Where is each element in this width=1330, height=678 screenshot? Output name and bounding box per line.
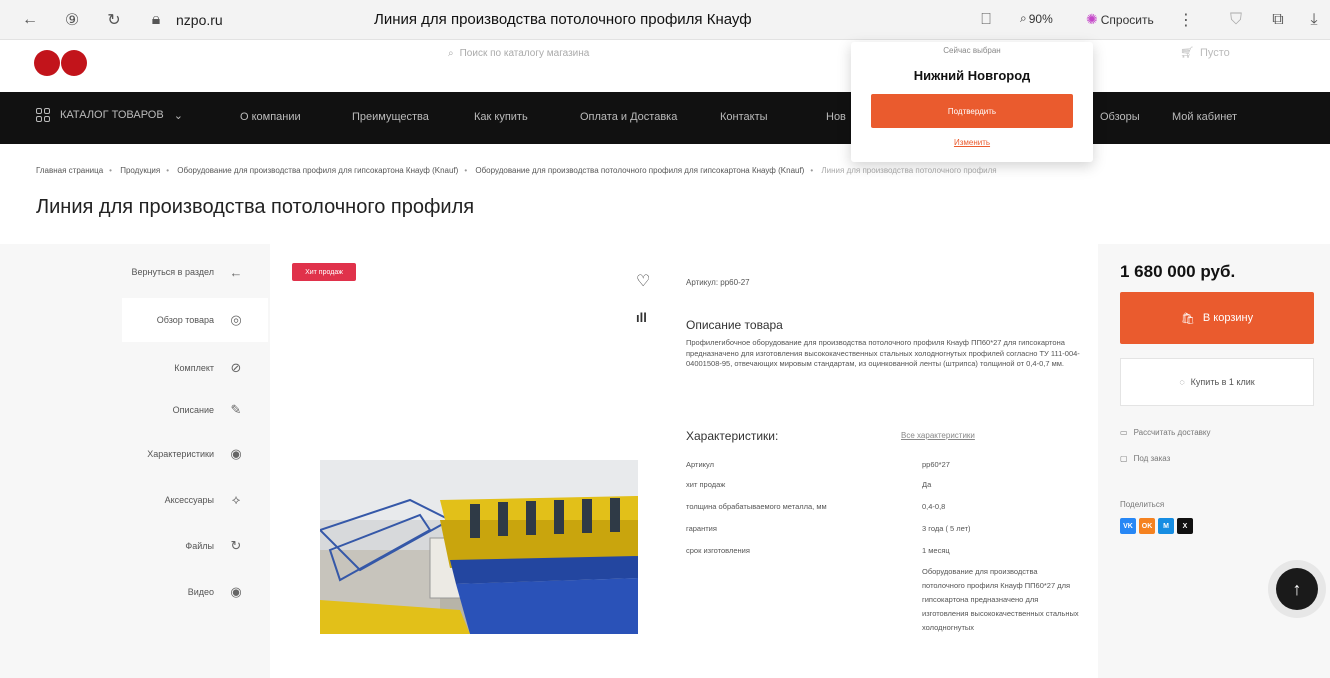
- nav-news[interactable]: Нов: [826, 111, 846, 123]
- page-tab-title: Линия для производства потолочного профи…: [374, 11, 752, 28]
- site-header: ⌕ Поиск по каталогу магазина 🛒︎ Пусто: [0, 40, 1330, 92]
- buy-panel: 1 680 000 руб. 🛍︎ В корзину ◌ Купить в 1…: [1098, 244, 1330, 678]
- buy-one-click-button[interactable]: ◌ Купить в 1 клик: [1120, 358, 1314, 406]
- nav-contacts[interactable]: Контакты: [720, 111, 768, 123]
- city-now-label: Сейчас выбран: [943, 46, 1001, 55]
- box-icon: ▢: [1120, 454, 1128, 463]
- side-overview[interactable]: Обзор товара ◎: [157, 312, 244, 328]
- browser-toolbar: ← ⑨ ↻ 🔒︎ nzpo.ru Линия для производства …: [0, 0, 1330, 40]
- side-nav: Вернуться в раздел ← Обзор товара ◎ Компле…: [0, 244, 268, 678]
- grid-icon: [36, 108, 50, 122]
- nav-about[interactable]: О компании: [240, 111, 301, 123]
- site-logo[interactable]: [34, 50, 90, 76]
- article-number: Артикул: pp60-27: [686, 278, 750, 287]
- scroll-to-top-button[interactable]: ↑: [1276, 568, 1318, 610]
- truck-icon: ▭: [1120, 428, 1128, 437]
- ask-alice-button[interactable]: ✺ Спросить: [1086, 11, 1154, 28]
- back-icon[interactable]: ←: [20, 10, 40, 30]
- ok-icon[interactable]: OK: [1139, 518, 1155, 534]
- nav-catalog[interactable]: КАТАЛОГ ТОВАРОВ ⌄: [36, 108, 183, 122]
- bookmark-icon[interactable]: ⎕: [976, 10, 996, 30]
- main-nav: КАТАЛОГ ТОВАРОВ ⌄ О компании Преимуществ…: [0, 92, 1330, 144]
- side-back-to-section[interactable]: Вернуться в раздел ←: [132, 264, 245, 280]
- bestseller-badge: Хит продаж: [292, 263, 356, 281]
- vk-icon[interactable]: VK: [1120, 518, 1136, 534]
- product-photo[interactable]: [320, 460, 638, 634]
- extensions-icon[interactable]: ⧉: [1268, 10, 1288, 30]
- nav-my-account[interactable]: Мой кабинет: [1172, 111, 1237, 123]
- side-specs[interactable]: Характеристики ◉: [147, 446, 244, 462]
- breadcrumb-item[interactable]: Продукция: [120, 166, 160, 175]
- specs-title: Характеристики:: [686, 429, 779, 443]
- breadcrumb-item[interactable]: Главная страница: [36, 166, 103, 175]
- side-files[interactable]: Файлы ↻: [185, 538, 244, 554]
- accessories-icon: ⟡: [231, 492, 241, 507]
- nav-payment-delivery[interactable]: Оплата и Доставка: [580, 111, 677, 123]
- mail-icon[interactable]: M: [1158, 518, 1174, 534]
- all-specs-link[interactable]: Все характеристики: [901, 431, 975, 440]
- machine-illustration: [320, 460, 638, 634]
- eye-icon: ◎: [230, 312, 242, 327]
- files-icon: ↻: [230, 538, 242, 553]
- heart-icon[interactable]: ♡: [636, 271, 650, 291]
- compare-icon[interactable]: ıll: [636, 310, 647, 325]
- lock-icon: 🔒︎: [151, 11, 161, 28]
- side-kit[interactable]: Комплект ⊘: [174, 360, 244, 376]
- city-change-link[interactable]: Изменить: [851, 138, 1093, 147]
- click-icon: ◌: [1179, 377, 1185, 387]
- description-title: Описание товара: [686, 318, 783, 332]
- city-confirm-button[interactable]: Подтвердить: [871, 94, 1073, 128]
- share-buttons: VK OK M X: [1120, 518, 1193, 534]
- kit-icon: ⊘: [230, 360, 242, 375]
- zoom-icon: ⌕: [1020, 11, 1027, 25]
- share-label: Поделиться: [1120, 500, 1165, 509]
- breadcrumb-current: Линия для производства потолочного профи…: [821, 166, 997, 175]
- address-bar-url[interactable]: nzpo.ru: [176, 12, 223, 28]
- sparkle-icon: ✺: [1086, 11, 1098, 27]
- side-accessories[interactable]: Аксессуары ⟡: [165, 492, 244, 508]
- product-content: Вернуться в раздел ← Обзор товара ◎ Компле…: [0, 244, 1330, 678]
- yandex-icon[interactable]: ⑨: [62, 10, 82, 30]
- product-details: Артикул: pp60-27 Описание товара Профиле…: [666, 244, 1098, 678]
- more-icon[interactable]: ⋮: [1176, 10, 1196, 30]
- city-confirm-popup: Сейчас выбран Нижний Новгород Подтвердит…: [851, 42, 1093, 162]
- preorder-status: ▢ Под заказ: [1120, 454, 1171, 463]
- arrow-up-icon: ↑: [1292, 578, 1302, 599]
- nav-advantages[interactable]: Преимущества: [352, 111, 429, 123]
- play-icon: ◉: [230, 584, 242, 599]
- side-video[interactable]: Видео ◉: [188, 584, 244, 600]
- breadcrumb-item[interactable]: Оборудование для производства профиля дл…: [177, 166, 458, 175]
- arrow-left-icon: ←: [229, 264, 243, 280]
- pencil-icon: ✎: [230, 402, 242, 417]
- nav-how-to-buy[interactable]: Как купить: [474, 111, 528, 123]
- bag-icon: 🛍︎: [1180, 312, 1195, 325]
- spec-long-value: Оборудование для производства потолочног…: [922, 567, 1079, 632]
- nav-reviews[interactable]: Обзоры: [1100, 111, 1140, 123]
- calc-delivery-link[interactable]: ▭ Рассчитать доставку: [1120, 428, 1211, 437]
- zoom-indicator[interactable]: ⌕ 90%: [1020, 11, 1053, 26]
- header-cart[interactable]: 🛒︎ Пусто: [1180, 46, 1230, 60]
- breadcrumb-item[interactable]: Оборудование для производства потолочног…: [475, 166, 804, 175]
- side-description[interactable]: Описание ✎: [173, 402, 244, 418]
- download-icon[interactable]: ⤓: [1304, 10, 1324, 30]
- reload-icon[interactable]: ↻: [104, 10, 124, 30]
- chevron-down-icon: ⌄: [173, 109, 183, 122]
- cart-icon: 🛒︎: [1180, 47, 1194, 59]
- breadcrumb: Главная страница • Продукция • Оборудовани…: [36, 166, 997, 175]
- search-icon: ⌕: [448, 47, 454, 59]
- description-text: Профилегибочное оборудование для произво…: [686, 338, 1080, 368]
- product-price: 1 680 000 руб.: [1120, 262, 1236, 281]
- x-icon[interactable]: X: [1177, 518, 1193, 534]
- product-gallery: Хит продаж ♡ ıll: [270, 244, 666, 678]
- search-input[interactable]: ⌕ Поиск по каталогу магазина: [448, 44, 828, 62]
- shield-icon[interactable]: ⛉: [1226, 10, 1246, 30]
- city-name: Нижний Новгород: [913, 68, 1031, 83]
- page-title: Линия для производства потолочного профи…: [36, 196, 475, 218]
- add-to-cart-button[interactable]: 🛍︎ В корзину: [1120, 292, 1314, 344]
- specs-icon: ◉: [230, 446, 242, 461]
